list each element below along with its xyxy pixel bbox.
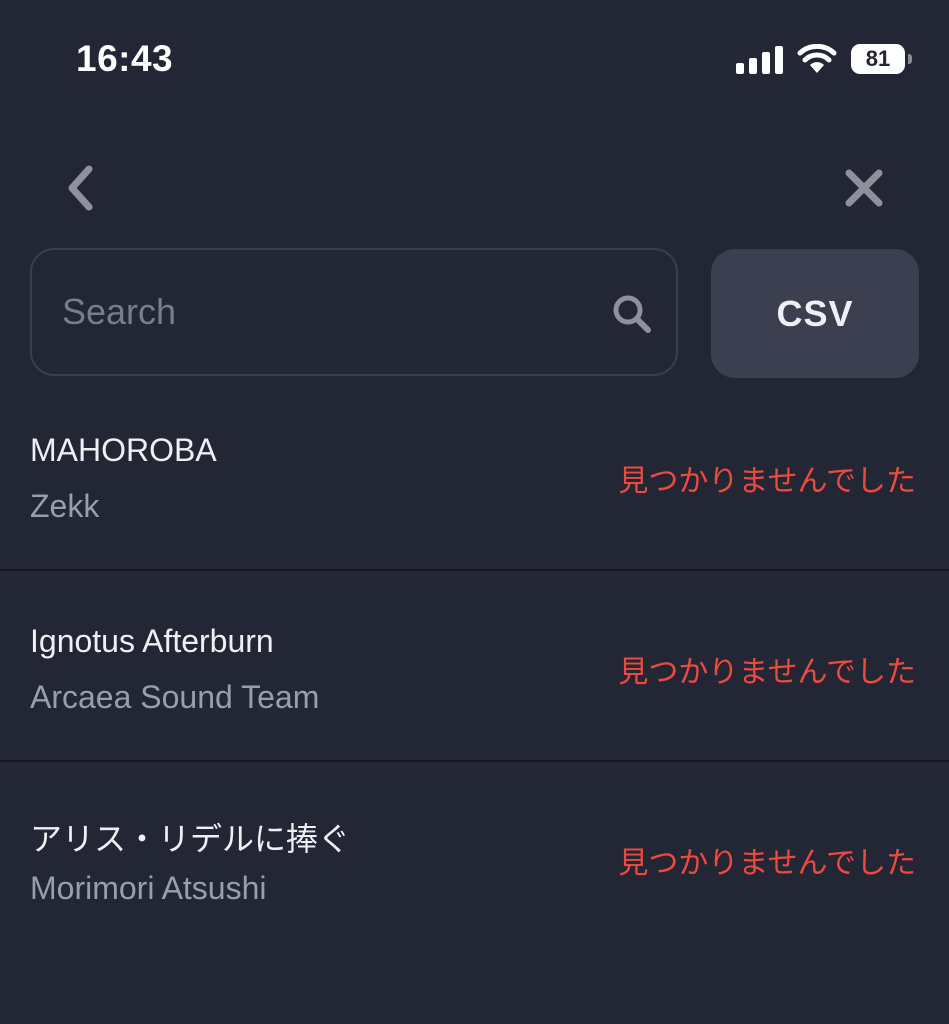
song-artist: Zekk bbox=[30, 488, 100, 524]
battery-icon: 81 bbox=[851, 44, 912, 74]
chevron-left-icon bbox=[68, 165, 93, 211]
status-not-found: 見つかりませんでした bbox=[618, 465, 916, 498]
close-button[interactable] bbox=[838, 162, 890, 214]
list-item[interactable]: アリス・リデルに捧ぐ Morimori Atsushi 見つかりませんでした bbox=[0, 762, 949, 953]
back-button[interactable] bbox=[58, 160, 102, 216]
signal-icon bbox=[736, 44, 783, 74]
wifi-icon bbox=[797, 44, 837, 73]
song-artist: Arcaea Sound Team bbox=[30, 679, 320, 715]
status-bar: 16:43 81 bbox=[0, 0, 949, 120]
status-icons: 81 bbox=[736, 44, 912, 74]
list-item[interactable]: Ignotus Afterburn Arcaea Sound Team 見つかり… bbox=[0, 571, 949, 762]
status-time: 16:43 bbox=[76, 38, 174, 79]
search-box[interactable] bbox=[30, 248, 678, 376]
list-item[interactable]: MAHOROBA Zekk 見つかりませんでした bbox=[0, 380, 949, 571]
song-list: MAHOROBA Zekk 見つかりませんでした Ignotus Afterbu… bbox=[0, 380, 949, 953]
status-not-found: 見つかりませんでした bbox=[618, 656, 916, 689]
csv-button[interactable]: CSV bbox=[711, 249, 919, 378]
song-title: MAHOROBA bbox=[30, 432, 217, 468]
search-input[interactable] bbox=[62, 280, 602, 344]
song-artist: Morimori Atsushi bbox=[30, 870, 267, 906]
close-icon bbox=[845, 169, 883, 207]
song-title: Ignotus Afterburn bbox=[30, 623, 274, 659]
song-title: アリス・リデルに捧ぐ bbox=[30, 821, 351, 857]
search-icon[interactable] bbox=[610, 292, 654, 336]
status-not-found: 見つかりませんでした bbox=[618, 847, 916, 880]
battery-level: 81 bbox=[865, 46, 891, 71]
